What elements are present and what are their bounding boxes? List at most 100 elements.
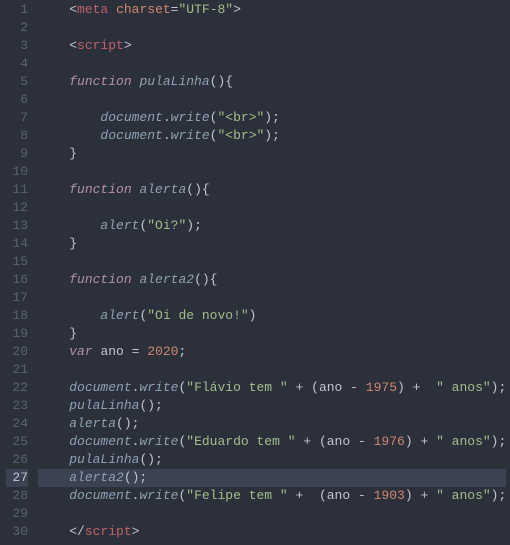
token-obj: document (69, 488, 131, 503)
code-editor: 1234567891011121314151617181920212223242… (0, 0, 510, 542)
code-line[interactable]: document.write("<br>"); (38, 127, 506, 145)
token-txt (38, 308, 100, 323)
token-kw2: var (69, 344, 92, 359)
token-pun: (); (139, 398, 162, 413)
token-txt (38, 182, 69, 197)
code-line[interactable]: } (38, 145, 506, 163)
token-obj: document (100, 110, 162, 125)
token-txt (288, 488, 296, 503)
code-line[interactable]: pulaLinha(); (38, 451, 506, 469)
line-number: 24 (6, 415, 28, 433)
line-number: 13 (6, 217, 28, 235)
token-str: "Oi de novo!" (147, 308, 248, 323)
token-str: " anos" (436, 488, 491, 503)
token-obj: document (69, 380, 131, 395)
token-fn: write (171, 128, 210, 143)
token-str: "Eduardo tem " (186, 434, 295, 449)
token-txt (38, 416, 69, 431)
line-number: 12 (6, 199, 28, 217)
code-line[interactable]: document.write("Felipe tem " + (ano - 19… (38, 487, 506, 505)
code-line[interactable]: } (38, 235, 506, 253)
token-pun: } (69, 326, 77, 341)
token-lt: > (124, 38, 132, 53)
token-txt (366, 434, 374, 449)
token-fn: alert (100, 308, 139, 323)
token-str: "Flávio tem " (186, 380, 287, 395)
code-line[interactable]: document.write("Eduardo tem " + (ano - 1… (38, 433, 506, 451)
code-line[interactable]: document.write("Flávio tem " + (ano - 19… (38, 379, 506, 397)
token-str: " anos" (436, 380, 491, 395)
line-number: 29 (6, 505, 28, 523)
code-line[interactable] (38, 163, 506, 181)
token-txt (38, 218, 100, 233)
token-txt (38, 398, 69, 413)
code-line[interactable]: alerta(); (38, 415, 506, 433)
line-number: 15 (6, 253, 28, 271)
token-pun: ); (264, 128, 280, 143)
token-lt: < (69, 2, 77, 17)
line-number-gutter: 1234567891011121314151617181920212223242… (0, 0, 38, 542)
token-txt (108, 2, 116, 17)
token-fn: write (139, 488, 178, 503)
token-pun: ); (491, 380, 507, 395)
token-tag: meta (77, 2, 108, 17)
code-line[interactable] (38, 91, 506, 109)
code-line[interactable]: alerta2(); (38, 469, 506, 487)
token-fn: pulaLinha (139, 74, 209, 89)
line-number: 25 (6, 433, 28, 451)
token-kw: function (69, 74, 131, 89)
token-lt: < (69, 38, 77, 53)
token-pun: ); (264, 110, 280, 125)
token-pun: (){ (210, 74, 233, 89)
token-op: + (303, 434, 311, 449)
token-kw: function (69, 182, 131, 197)
line-number: 4 (6, 55, 28, 73)
code-area[interactable]: <meta charset="UTF-8"> <script> function… (38, 0, 506, 542)
line-number: 10 (6, 163, 28, 181)
code-line[interactable]: function alerta2(){ (38, 271, 506, 289)
code-line[interactable]: function pulaLinha(){ (38, 73, 506, 91)
code-line[interactable] (38, 55, 506, 73)
token-fn: write (139, 380, 178, 395)
code-line[interactable] (38, 253, 506, 271)
token-pun: ); (186, 218, 202, 233)
code-line[interactable] (38, 19, 506, 37)
token-txt (38, 380, 69, 395)
token-lt: > (132, 524, 140, 539)
token-pun: (){ (186, 182, 209, 197)
line-number: 26 (6, 451, 28, 469)
code-line[interactable]: pulaLinha(); (38, 397, 506, 415)
code-line[interactable] (38, 289, 506, 307)
code-line[interactable]: alert("Oi?"); (38, 217, 506, 235)
code-line[interactable]: <meta charset="UTF-8"> (38, 1, 506, 19)
line-number: 11 (6, 181, 28, 199)
token-pun: ; (179, 344, 187, 359)
token-num: 1903 (374, 488, 405, 503)
code-line[interactable]: alert("Oi de novo!") (38, 307, 506, 325)
token-pun: ( (319, 434, 327, 449)
code-line[interactable] (38, 361, 506, 379)
token-txt (38, 470, 69, 485)
token-txt (311, 434, 319, 449)
token-txt (38, 146, 69, 161)
line-number: 30 (6, 523, 28, 541)
code-line[interactable] (38, 505, 506, 523)
code-line[interactable]: </script> (38, 523, 506, 541)
line-number: 19 (6, 325, 28, 343)
code-line[interactable]: <script> (38, 37, 506, 55)
token-txt (38, 434, 69, 449)
token-txt (405, 380, 413, 395)
token-pun: } (69, 236, 77, 251)
code-line[interactable] (38, 199, 506, 217)
token-fn: alerta (139, 182, 186, 197)
code-line[interactable]: document.write("<br>"); (38, 109, 506, 127)
code-line[interactable]: var ano = 2020; (38, 343, 506, 361)
line-number: 3 (6, 37, 28, 55)
token-txt (38, 110, 100, 125)
token-lt: </ (69, 524, 85, 539)
code-line[interactable]: function alerta(){ (38, 181, 506, 199)
line-number: 18 (6, 307, 28, 325)
token-tag: script (77, 38, 124, 53)
code-line[interactable]: } (38, 325, 506, 343)
token-txt (38, 488, 69, 503)
